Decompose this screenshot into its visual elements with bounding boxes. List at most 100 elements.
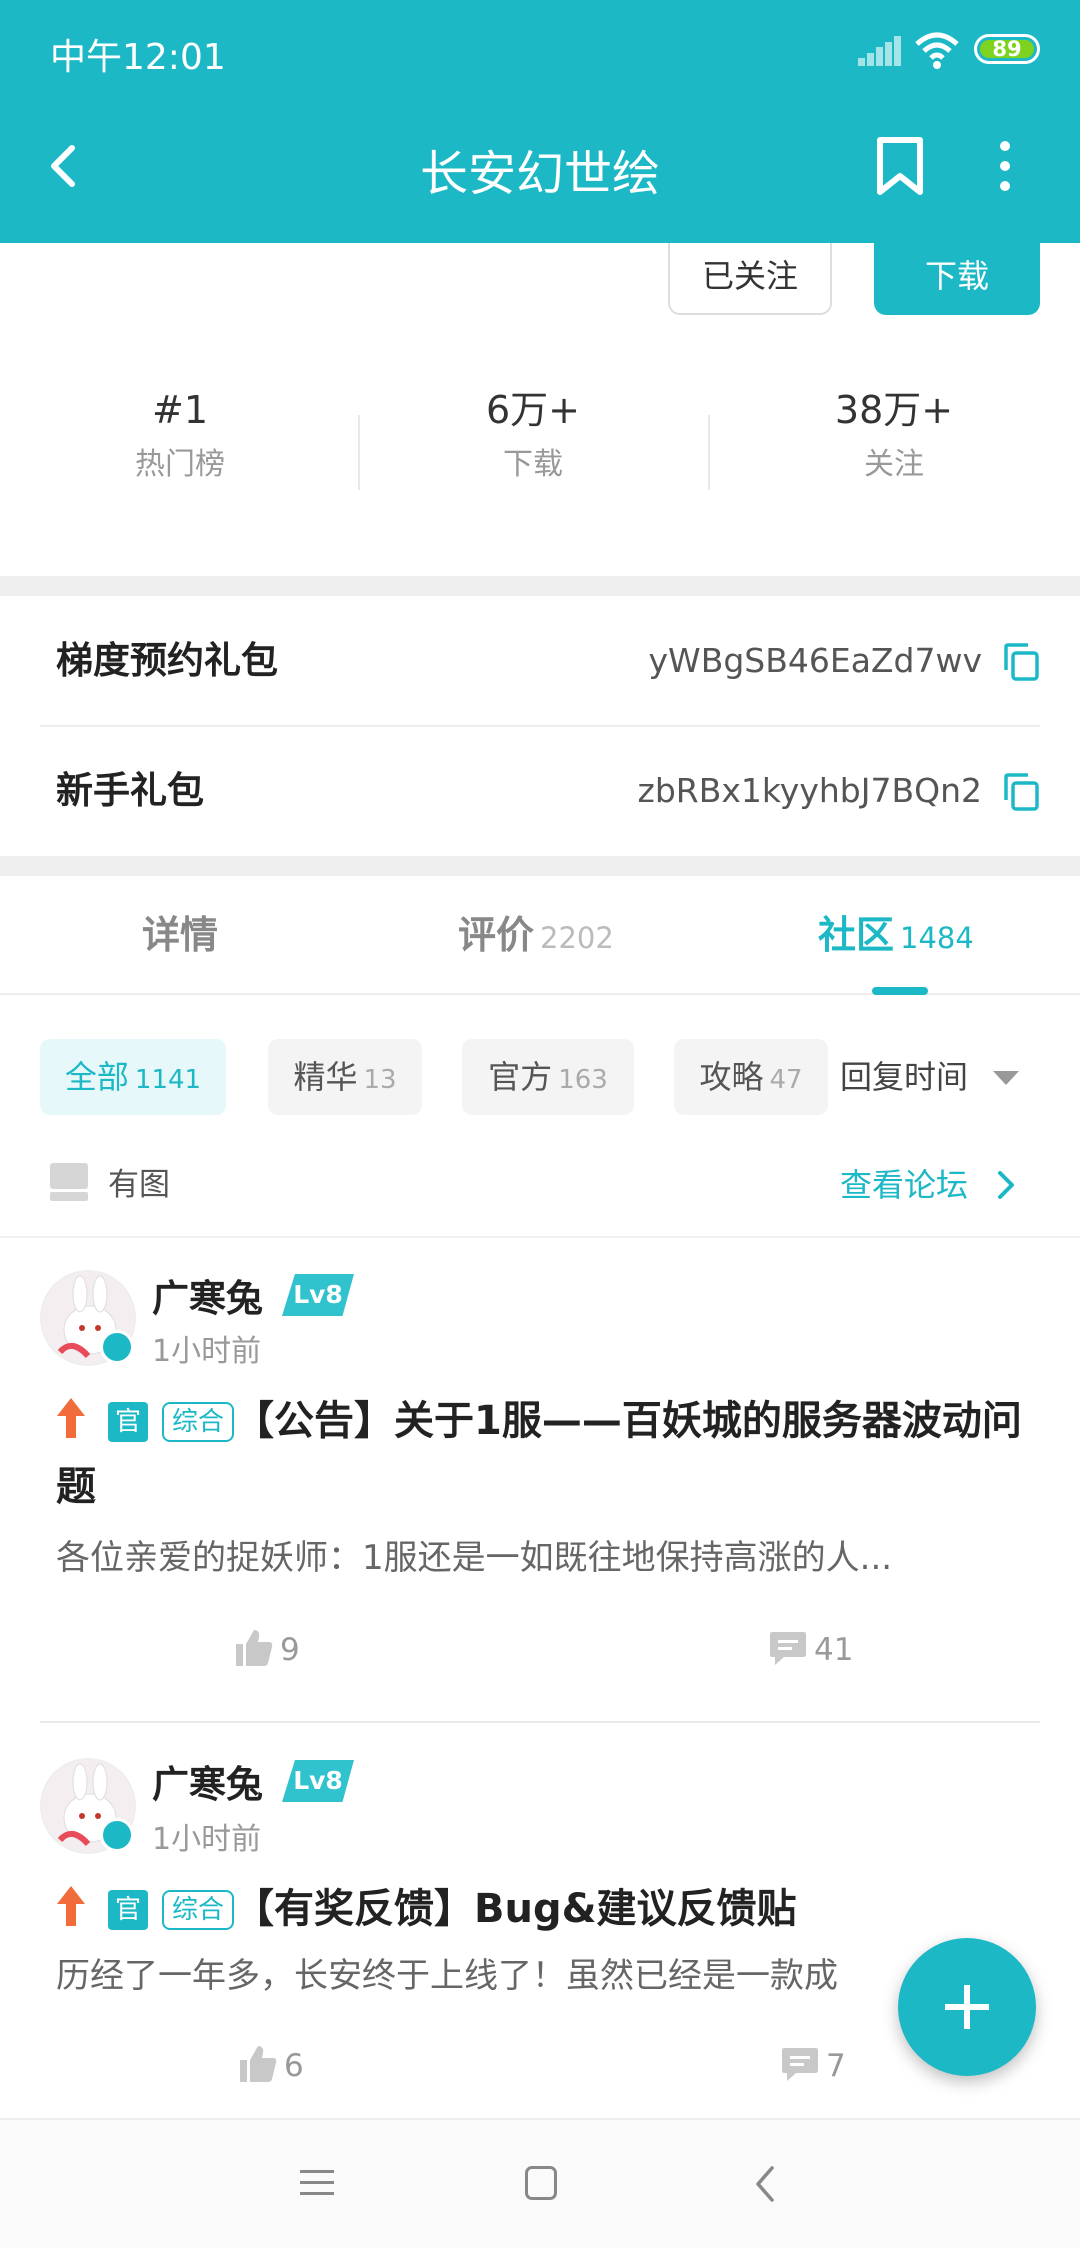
thumbs-up-icon: [240, 2046, 277, 2082]
filter-official[interactable]: 官方 163: [462, 1039, 634, 1115]
tab-count: 2202: [540, 921, 614, 955]
list-divider: [40, 1721, 1040, 1723]
filter-label: 全部: [64, 1058, 129, 1096]
post-title-text: 【有奖反馈】Bug&建议反馈贴: [234, 1886, 797, 1932]
view-forum-link[interactable]: 查看论坛: [840, 1145, 968, 1225]
tab-details[interactable]: 详情: [142, 875, 218, 995]
pinned-arrow-icon: [57, 1398, 85, 1438]
tab-label: 评价: [458, 913, 535, 957]
stat-label: 热门榜: [135, 447, 225, 482]
filter-count: 163: [558, 1065, 608, 1095]
wifi-icon: [915, 32, 959, 69]
comment-icon: [782, 2048, 818, 2081]
chevron-right-icon[interactable]: [992, 1167, 1020, 1203]
tab-count: 1484: [900, 921, 974, 955]
active-tab-indicator: [872, 987, 928, 995]
battery-level: 89: [992, 37, 1022, 61]
section-divider: [0, 856, 1080, 876]
gift-code: zbRBx1kyyhbJ7BQn2: [637, 771, 982, 810]
copy-icon[interactable]: [1002, 642, 1040, 682]
game-stats: #1 热门榜 6万+ 下载 38万+ 关注: [0, 380, 1080, 530]
stat-label: 关注: [864, 447, 924, 482]
stat-value: 6万+: [485, 388, 581, 432]
tab-reviews[interactable]: 评价 2202: [458, 875, 614, 998]
gift-name: 新手礼包: [56, 769, 204, 812]
gift-code: yWBgSB46EaZd7wv: [648, 641, 982, 680]
followed-button[interactable]: 已关注: [668, 243, 832, 315]
tab-label: 社区: [818, 913, 895, 957]
stat-divider: [708, 415, 710, 490]
filter-label: 精华: [293, 1058, 358, 1096]
post-title[interactable]: 官综合 【公告】关于1服——百妖城的服务器波动问题: [56, 1388, 1028, 1520]
system-nav-bar: [0, 2118, 1080, 2248]
post-time: 1小时前: [152, 1334, 262, 1369]
home-icon[interactable]: [525, 2166, 557, 2200]
caret-down-icon[interactable]: [993, 1071, 1019, 1085]
official-tag: 官: [108, 1890, 148, 1930]
gift-row: 新手礼包 zbRBx1kyyhbJ7BQn2: [0, 726, 1080, 856]
signal-icon: [858, 36, 902, 66]
tab-community[interactable]: 社区 1484: [818, 875, 974, 998]
pinned-arrow-icon: [57, 1886, 85, 1926]
filter-label: 官方: [488, 1058, 553, 1096]
verified-badge-icon: [100, 1818, 134, 1852]
filter-count: 47: [769, 1065, 803, 1095]
stat-label: 下载: [503, 447, 563, 482]
level-badge: Lv8: [282, 1274, 354, 1316]
comment-button[interactable]: 7: [780, 2044, 846, 2084]
status-bar: 中午12:01 89: [0, 0, 1080, 100]
image-toggle-icon[interactable]: [50, 1163, 88, 1201]
tab-label: 详情: [142, 913, 219, 957]
stat-value: 38万+: [834, 388, 954, 432]
stat-rank[interactable]: #1 热门榜: [0, 380, 360, 490]
category-tag: 综合: [162, 1402, 235, 1442]
menu-icon[interactable]: [300, 2168, 334, 2198]
comment-icon: [770, 1632, 806, 1665]
like-count: 9: [280, 1632, 300, 1668]
gift-row: 梯度预约礼包 yWBgSB46EaZd7wv: [0, 596, 1080, 726]
comment-count: 7: [826, 2048, 846, 2084]
filter-count: 1141: [134, 1065, 202, 1095]
filter-bar: 有图 查看论坛: [0, 1145, 1080, 1225]
like-button[interactable]: 6: [238, 2044, 304, 2084]
list-divider: [0, 1236, 1080, 1238]
copy-icon[interactable]: [1002, 772, 1040, 812]
nav-bar: 长安幻世绘: [0, 100, 1080, 243]
gift-name: 梯度预约礼包: [56, 639, 278, 682]
download-button[interactable]: 下载: [874, 243, 1040, 315]
sort-dropdown[interactable]: 回复时间: [840, 1039, 968, 1115]
official-tag: 官: [108, 1402, 148, 1442]
app-header: 中午12:01 89 长安幻世绘: [0, 0, 1080, 243]
like-count: 6: [284, 2048, 304, 2084]
more-vertical-icon[interactable]: [990, 136, 1020, 196]
post-author[interactable]: 广寒兔: [152, 1754, 263, 1808]
bookmark-icon[interactable]: [872, 136, 928, 196]
comment-count: 41: [814, 1632, 854, 1668]
filter-all[interactable]: 全部 1141: [40, 1039, 226, 1115]
has-image-label[interactable]: 有图: [108, 1145, 170, 1225]
post-excerpt[interactable]: 历经了一年多，长安终于上线了！虽然已经是一款成: [56, 1948, 1006, 1997]
section-divider: [0, 576, 1080, 596]
comment-button[interactable]: 41: [768, 1628, 853, 1668]
stat-value: #1: [151, 388, 209, 432]
stat-downloads: 6万+ 下载: [353, 380, 713, 490]
system-back-icon[interactable]: [752, 2164, 778, 2204]
post-excerpt[interactable]: 各位亲爱的捉妖师：1服还是一如既往地保持高涨的人...: [56, 1530, 1006, 1579]
level-badge: Lv8: [282, 1760, 354, 1802]
category-tag: 综合: [162, 1890, 235, 1930]
battery-icon: 89: [974, 34, 1040, 64]
filter-featured[interactable]: 精华 13: [268, 1039, 422, 1115]
post-author[interactable]: 广寒兔: [152, 1268, 263, 1322]
like-button[interactable]: 9: [234, 1628, 300, 1668]
new-post-button[interactable]: [898, 1938, 1036, 2076]
status-time: 中午12:01: [50, 37, 226, 78]
filter-guides[interactable]: 攻略 47: [674, 1039, 828, 1115]
post-title[interactable]: 官综合 【有奖反馈】Bug&建议反馈贴: [56, 1876, 1028, 1942]
filter-label: 攻略: [699, 1058, 764, 1096]
thumbs-up-icon: [236, 1630, 273, 1666]
stat-followers: 38万+ 关注: [714, 380, 1074, 490]
content-tabs: 详情 评价 2202 社区 1484: [0, 875, 1080, 995]
verified-badge-icon: [100, 1330, 134, 1364]
post-time: 1小时前: [152, 1822, 262, 1857]
filter-count: 13: [363, 1065, 397, 1095]
